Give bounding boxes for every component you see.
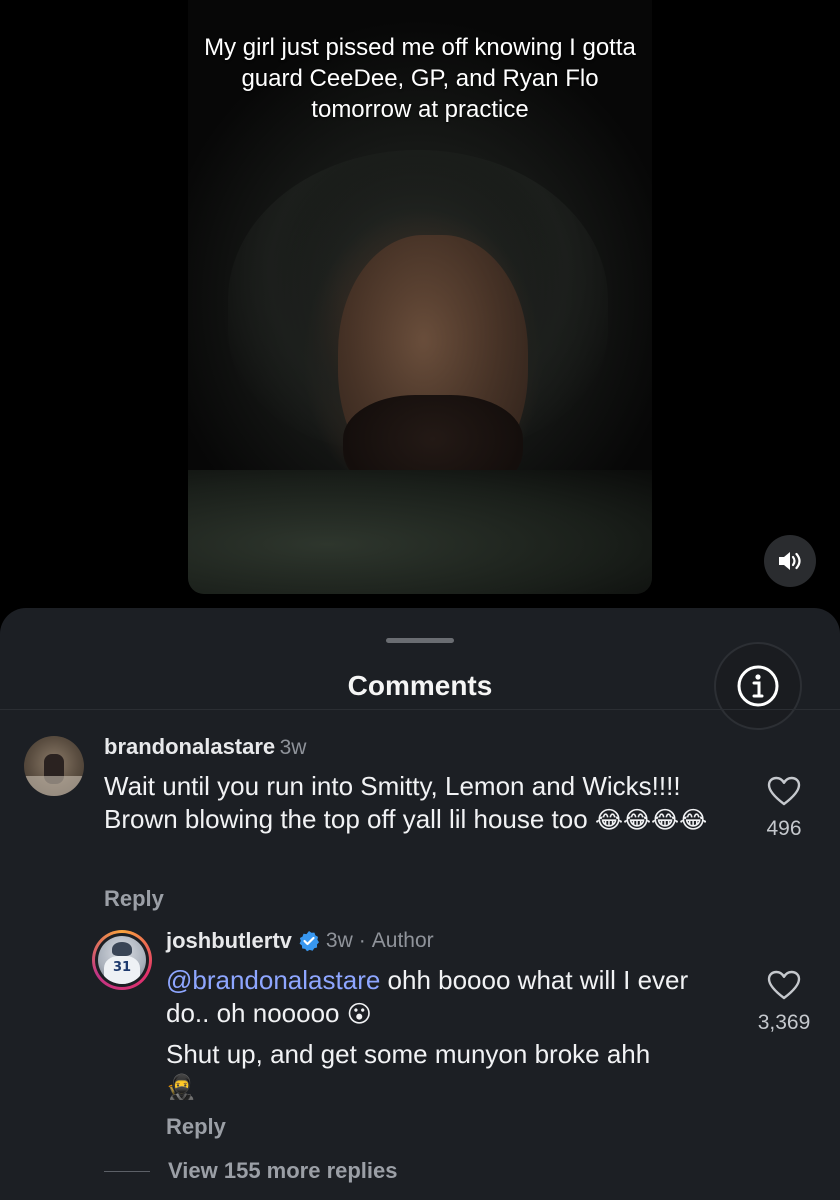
reply-text-line-2: Shut up, and get some munyon broke ahh 🥷 — [166, 1038, 726, 1104]
reply-username[interactable]: joshbutlertv — [166, 928, 292, 954]
reply-body-2: Shut up, and get some munyon broke ahh — [166, 1039, 651, 1069]
comment-emojis: 😂😂😂😂 — [594, 807, 708, 834]
like-count: 3,369 — [757, 1011, 811, 1034]
avatar[interactable]: 31 — [92, 930, 152, 990]
comment-item: brandonalastare 3w Wait until you run in… — [0, 732, 840, 932]
like-group: 3,369 — [744, 970, 824, 1035]
info-button[interactable] — [714, 642, 802, 730]
video-caption: My girl just pissed me off knowing I got… — [204, 34, 636, 123]
reply-button[interactable]: Reply — [104, 886, 164, 912]
sheet-divider — [0, 709, 840, 710]
comment-text: Wait until you run into Smitty, Lemon an… — [104, 770, 724, 837]
mention-link[interactable]: @brandonalastare — [166, 965, 380, 995]
heart-icon[interactable] — [767, 776, 801, 806]
reply-emoji-ninja: 🥷 — [166, 1074, 196, 1101]
reply-item: 31 joshbutlertv 3w · Author @brandonalas… — [0, 926, 840, 1156]
like-count: 496 — [766, 817, 802, 840]
reply-emoji-surprised: 😮 — [346, 1001, 372, 1028]
mute-toggle-button[interactable] — [764, 535, 816, 587]
avatar-jersey-number: 31 — [112, 960, 132, 975]
speaker-icon — [779, 552, 801, 570]
sheet-grabber[interactable] — [386, 638, 454, 643]
reel-video[interactable]: My girl just pissed me off knowing I got… — [188, 0, 652, 594]
reply-button[interactable]: Reply — [166, 1114, 226, 1140]
heart-icon[interactable] — [767, 970, 801, 1000]
view-more-replies[interactable]: View 155 more replies — [104, 1158, 398, 1184]
info-icon — [737, 665, 779, 707]
comment-username[interactable]: brandonalastare — [104, 734, 275, 759]
author-label: Author — [371, 929, 434, 952]
verified-badge-icon — [299, 931, 319, 952]
comments-sheet: Comments brandonalastare 3w Wait until y… — [0, 608, 840, 1200]
reply-text: @brandonalastare ohh boooo what will I e… — [166, 964, 726, 1031]
view-more-label[interactable]: View 155 more replies — [168, 1158, 398, 1184]
view-more-line — [104, 1170, 150, 1172]
like-group: 496 — [744, 776, 824, 841]
comment-time: 3w — [279, 736, 307, 759]
video-shoulder-shape — [188, 470, 652, 594]
reply-time: 3w — [325, 929, 353, 952]
avatar[interactable] — [24, 736, 84, 796]
meta-separator: · — [358, 929, 366, 952]
